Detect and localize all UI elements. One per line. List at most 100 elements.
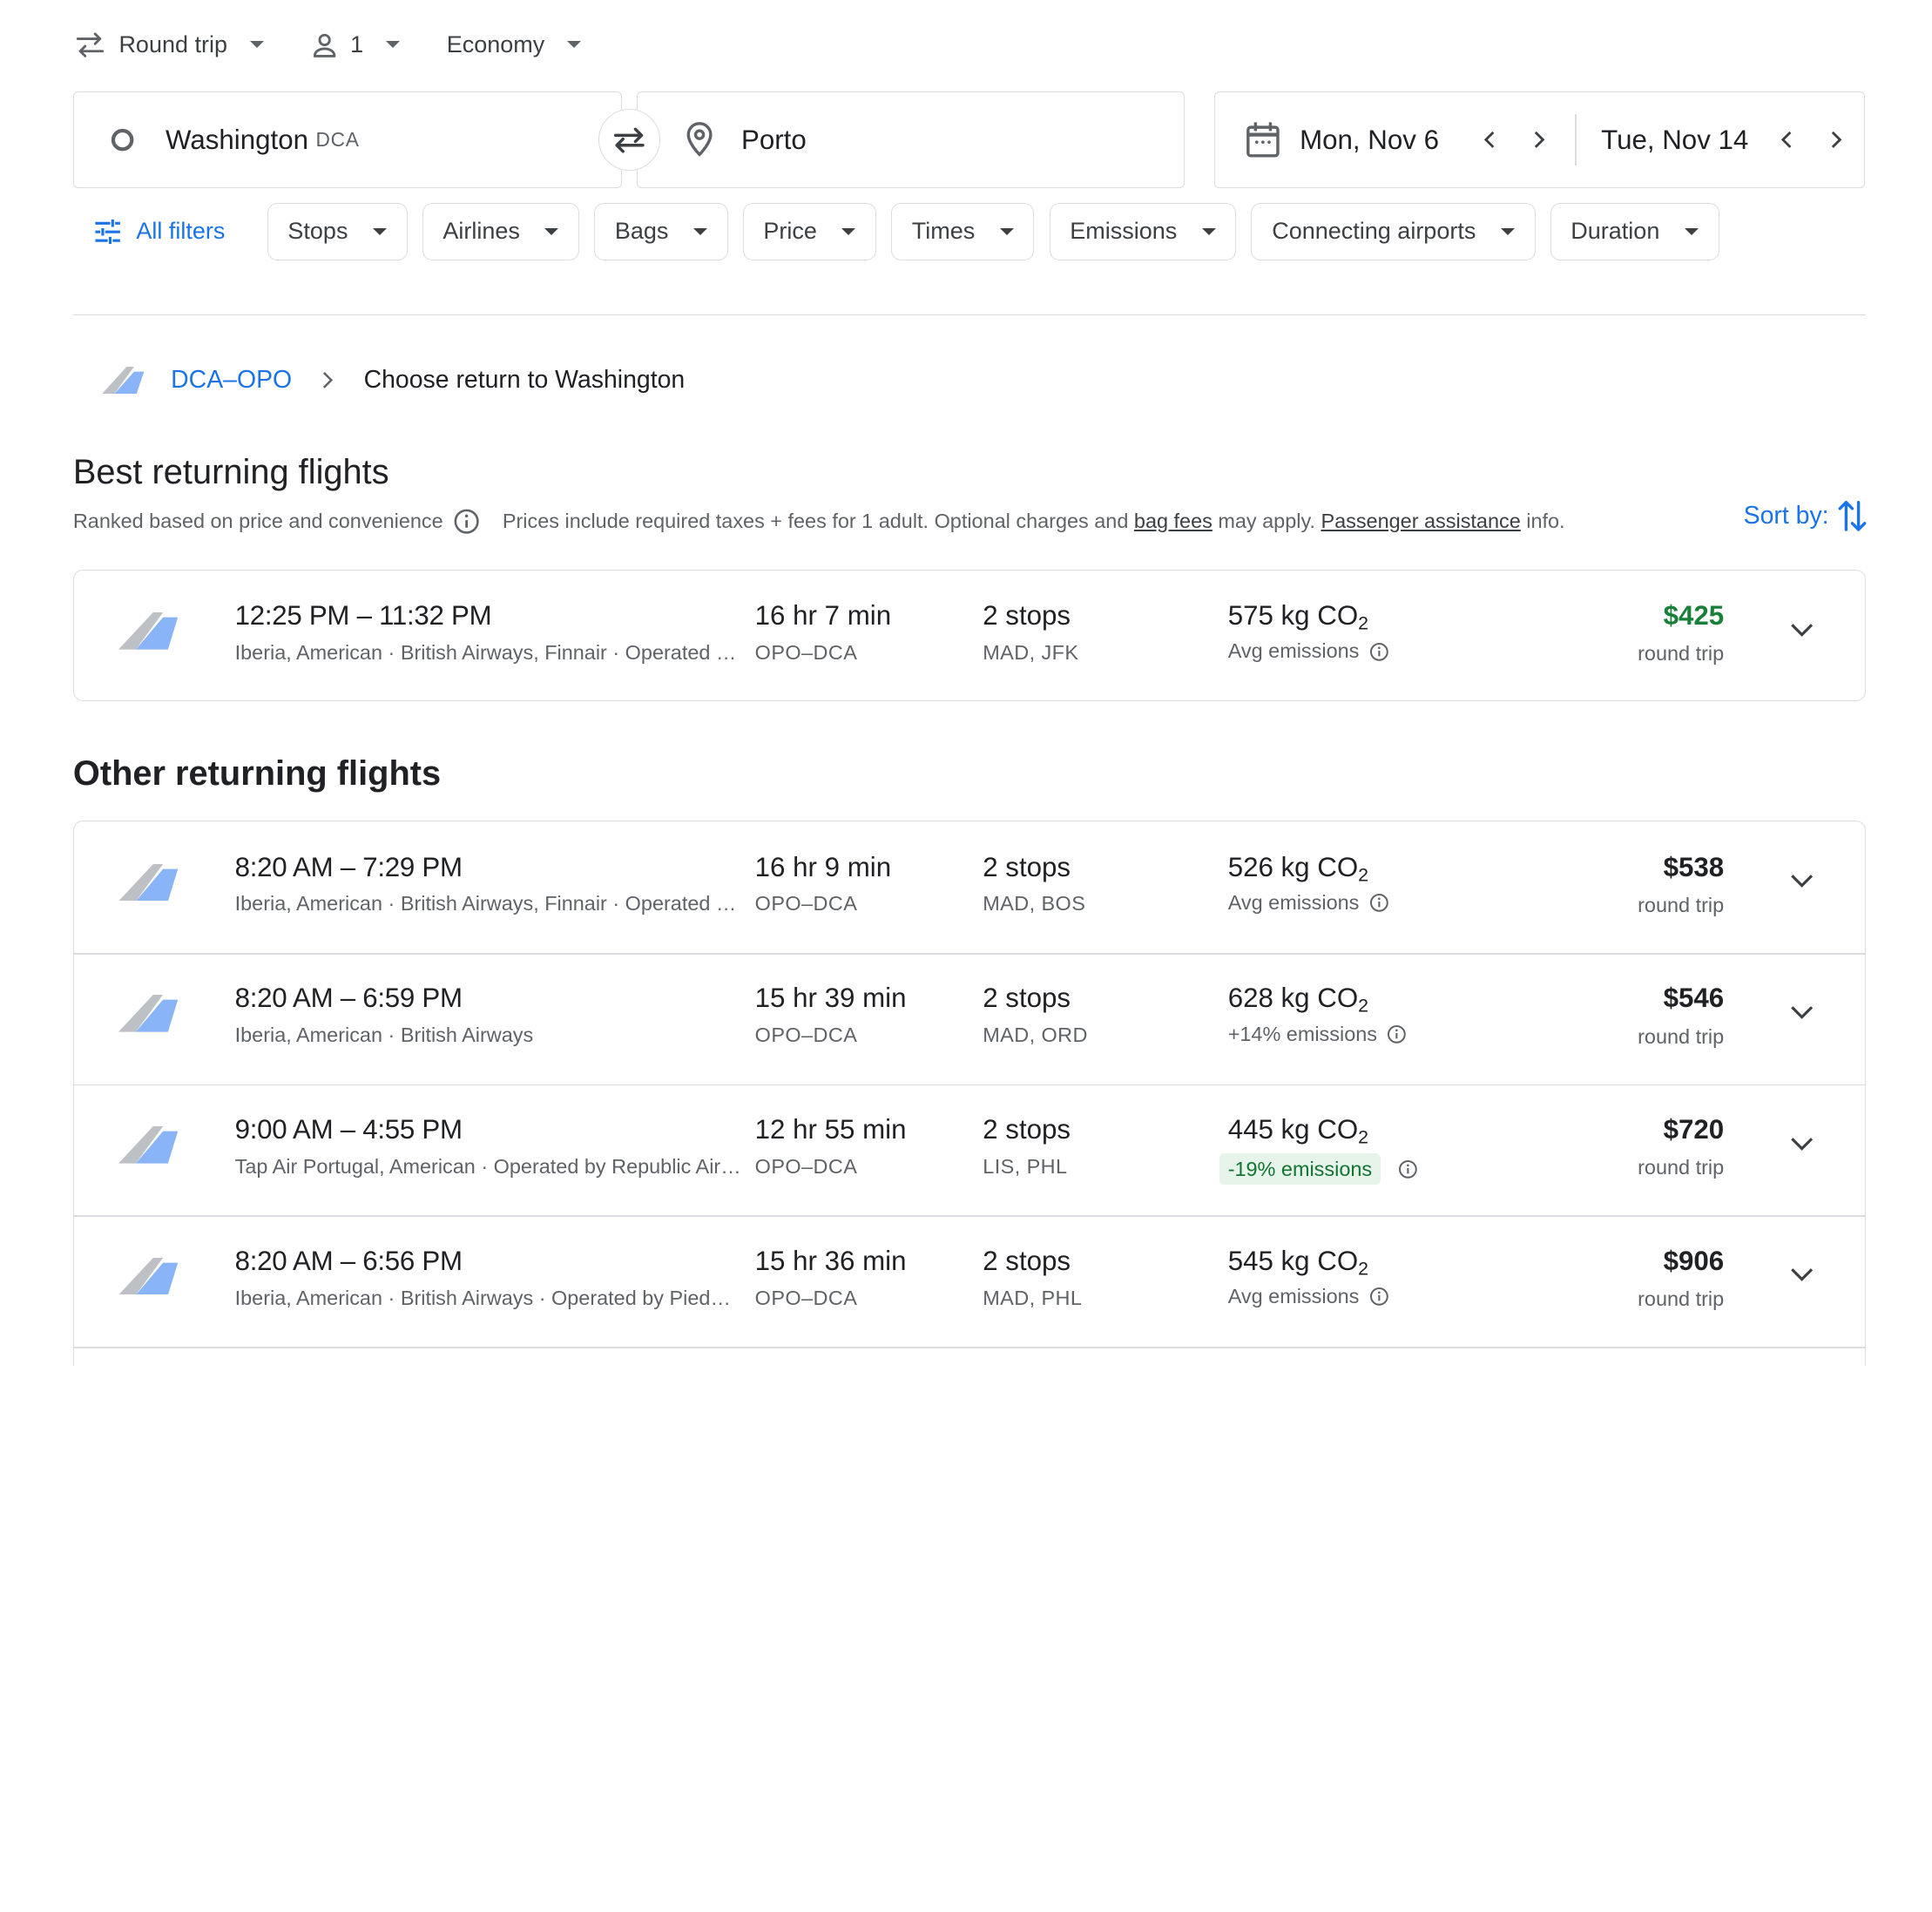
co2-subscript: 2 xyxy=(1358,864,1369,886)
chevron-left-icon xyxy=(1781,132,1792,149)
flight-row[interactable]: 8:20 AM – 6:59 PM Iberia, American · Bri… xyxy=(74,953,1865,1084)
caret-down-icon xyxy=(999,227,1014,235)
flight-stop-codes: MAD, PHL xyxy=(983,1286,1083,1309)
flight-price-type: round trip xyxy=(1638,1287,1725,1310)
flight-route: OPO–DCA xyxy=(754,1154,858,1178)
filter-chip-times[interactable]: Times xyxy=(891,203,1035,260)
circle-icon xyxy=(109,126,136,153)
return-next-button[interactable] xyxy=(1827,132,1845,149)
ranked-note: Ranked based on price and convenience xyxy=(72,509,443,532)
co2-subscript: 2 xyxy=(1358,612,1369,634)
flight-duration: 15 hr 39 min xyxy=(754,983,907,1014)
airline-logo-icon xyxy=(118,1126,179,1169)
emissions-label: +14% emissions xyxy=(1227,1022,1377,1045)
swap-locations-button[interactable] xyxy=(598,109,660,172)
co2-value: 545 kg CO xyxy=(1227,1245,1359,1276)
info-icon[interactable] xyxy=(1369,642,1389,662)
flight-route: OPO–DCA xyxy=(754,892,858,915)
caret-down-icon xyxy=(385,41,400,48)
bag-fees-link[interactable]: bag fees xyxy=(1134,510,1213,533)
emissions-label: Avg emissions xyxy=(1227,1285,1360,1308)
co2-value: 575 kg CO xyxy=(1227,599,1359,631)
destination-field[interactable]: Porto xyxy=(636,91,1186,189)
filter-chip-duration[interactable]: Duration xyxy=(1550,203,1719,260)
flight-row[interactable]: 12:25 PM – 11:32 PM Iberia, American · B… xyxy=(74,571,1865,702)
chevron-left-icon xyxy=(1483,132,1495,149)
flight-times: 8:20 AM – 6:56 PM xyxy=(234,1245,463,1276)
flight-emissions: +14% emissions xyxy=(1228,1023,1407,1046)
swap-arrows-icon xyxy=(74,31,106,58)
filter-chip-price[interactable]: Price xyxy=(742,203,877,260)
trip-type-select[interactable]: Round trip xyxy=(74,30,264,58)
flight-stop-codes: LIS, PHL xyxy=(983,1154,1068,1178)
info-icon[interactable] xyxy=(453,508,480,535)
depart-date: Mon, Nov 6 xyxy=(1300,124,1439,155)
co2-subscript: 2 xyxy=(1358,1126,1369,1148)
best-flights-heading: Best returning flights xyxy=(72,453,389,492)
emissions-label: Avg emissions xyxy=(1227,891,1360,915)
return-date-field[interactable]: Tue, Nov 14 xyxy=(1601,92,1845,187)
person-icon xyxy=(311,31,338,58)
depart-next-button[interactable] xyxy=(1530,132,1548,149)
chevron-down-icon[interactable] xyxy=(1788,1134,1815,1158)
flight-row[interactable]: 8:20 AM – 6:56 PM Iberia, American · Bri… xyxy=(74,1215,1865,1347)
depart-prev-button[interactable] xyxy=(1481,132,1498,149)
flight-emissions: Avg emissions xyxy=(1228,1285,1389,1308)
filter-chip-airlines[interactable]: Airlines xyxy=(422,203,580,260)
info-icon[interactable] xyxy=(1369,893,1389,913)
breadcrumb-route-link[interactable]: DCA–OPO xyxy=(171,366,292,395)
trip-type-label: Round trip xyxy=(118,30,228,57)
caret-down-icon xyxy=(544,227,559,235)
filter-chip-connecting-airports[interactable]: Connecting airports xyxy=(1251,203,1536,260)
sort-arrows-icon xyxy=(1829,497,1868,535)
sort-by-button[interactable]: Sort by: xyxy=(1744,497,1868,535)
flight-route: OPO–DCA xyxy=(754,640,858,664)
flight-row[interactable]: 9:00 AM – 4:55 PM Tap Air Portugal, Amer… xyxy=(74,1084,1865,1216)
chevron-down-icon[interactable] xyxy=(1788,871,1815,895)
airline-logo-icon xyxy=(101,366,144,395)
chip-label: Stops xyxy=(287,218,348,245)
flight-price-type: round trip xyxy=(1638,642,1725,665)
row-divider xyxy=(73,1347,1866,1348)
passengers-count: 1 xyxy=(350,30,364,57)
all-filters-button[interactable]: All filters xyxy=(94,218,225,245)
chevron-right-icon xyxy=(1534,132,1545,149)
passenger-assistance-link[interactable]: Passenger assistance xyxy=(1321,510,1520,533)
filter-chip-emissions[interactable]: Emissions xyxy=(1049,203,1237,260)
flight-stop-codes: MAD, ORD xyxy=(983,1024,1088,1047)
caret-down-icon xyxy=(372,227,387,235)
best-flights-list: 12:25 PM – 11:32 PM Iberia, American · B… xyxy=(72,569,1867,702)
origin-field[interactable]: Washington DCA xyxy=(72,91,622,189)
flight-price-type: round trip xyxy=(1638,893,1725,916)
section-divider xyxy=(72,314,1867,316)
chevron-right-icon xyxy=(1831,132,1842,149)
flight-emissions: -19% emissions xyxy=(1219,1153,1418,1185)
prices-note: Prices include required taxes + fees for… xyxy=(502,509,1129,532)
calendar-icon xyxy=(1246,121,1280,159)
chevron-down-icon[interactable] xyxy=(1788,1003,1815,1026)
info-icon[interactable] xyxy=(1369,1287,1389,1307)
info-icon[interactable] xyxy=(1387,1024,1407,1044)
chevron-down-icon[interactable] xyxy=(1788,1265,1815,1288)
flight-co2: 545 kg CO2 xyxy=(1228,1246,1368,1280)
caret-down-icon xyxy=(1500,227,1515,235)
filter-chip-stops[interactable]: Stops xyxy=(267,203,408,260)
cabin-class-label: Economy xyxy=(446,30,545,57)
flight-stops: 2 stops xyxy=(983,1113,1071,1145)
chevron-down-icon[interactable] xyxy=(1788,620,1815,644)
flight-row[interactable]: 8:20 AM – 7:29 PM Iberia, American · Bri… xyxy=(74,821,1865,953)
airline-logo-icon xyxy=(118,612,179,655)
airline-logo-icon xyxy=(118,863,179,907)
other-flights-heading: Other returning flights xyxy=(72,753,442,793)
flight-airlines: Iberia, American · British Airways, Finn… xyxy=(234,640,743,664)
info-icon[interactable] xyxy=(1398,1159,1418,1179)
depart-date-field[interactable]: Mon, Nov 6 xyxy=(1215,92,1548,187)
return-prev-button[interactable] xyxy=(1778,132,1795,149)
caret-down-icon xyxy=(1684,227,1699,235)
chevron-right-icon xyxy=(321,370,334,390)
filter-chip-bags[interactable]: Bags xyxy=(594,203,728,260)
cabin-class-select[interactable]: Economy xyxy=(447,31,581,58)
passengers-select[interactable]: 1 xyxy=(311,31,400,58)
flight-duration: 16 hr 7 min xyxy=(754,599,892,631)
origin-code: DCA xyxy=(315,128,360,152)
